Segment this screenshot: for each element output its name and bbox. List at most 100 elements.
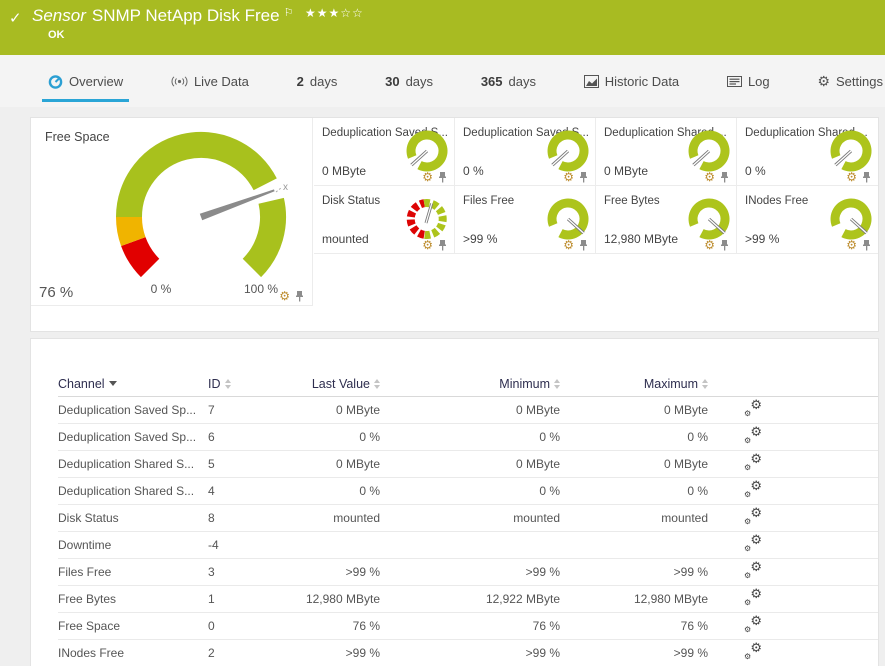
channel-id: 0 (208, 619, 283, 633)
gauge-value: 0 % (745, 164, 766, 178)
tab-overview[interactable]: Overview (48, 74, 123, 89)
priority-stars[interactable]: ★★★☆☆ (305, 6, 364, 20)
gauge-value: mounted (322, 232, 369, 246)
pin-icon[interactable] (719, 171, 730, 183)
table-row: Deduplication Saved Sp... 7 0 MByte 0 MB… (58, 397, 878, 424)
tab-historic-data[interactable]: Historic Data (584, 74, 679, 89)
channel-name: Deduplication Saved Sp... (58, 403, 208, 417)
channel-settings-gears-icon[interactable]: ⚙⚙ (744, 401, 762, 417)
object-kind-label: Sensor (32, 6, 86, 25)
sensor-header: ✓ Sensor SNMP NetApp Disk Free ⚐ ★★★☆☆ OK (0, 0, 885, 55)
last-value: 0 % (283, 430, 380, 444)
tab-label: Historic Data (605, 74, 679, 89)
channel-name: Free Bytes (58, 592, 208, 606)
pin-icon[interactable] (437, 171, 448, 183)
pin-icon[interactable] (294, 290, 305, 302)
table-row: Deduplication Shared S... 4 0 % 0 % 0 % … (58, 478, 878, 505)
tab-live-data[interactable]: Live Data (171, 74, 249, 89)
gear-icon[interactable]: ⚙ (422, 171, 433, 183)
last-value: 0 % (283, 484, 380, 498)
gauge-current-value: 76 % (39, 284, 73, 301)
last-value: 0 MByte (283, 457, 380, 471)
channel-settings-gears-icon[interactable]: ⚙⚙ (744, 590, 762, 606)
mini-gauge-high (829, 197, 873, 241)
gear-icon[interactable]: ⚙ (563, 239, 574, 251)
gear-icon[interactable]: ⚙ (704, 239, 715, 251)
column-header-last-value[interactable]: Last Value (283, 377, 380, 391)
channel-id: 8 (208, 511, 283, 525)
pin-icon[interactable] (861, 239, 872, 251)
tab-2-days[interactable]: 2 days (297, 74, 338, 89)
maximum-value: 0 MByte (560, 403, 708, 417)
last-value: 12,980 MByte (283, 592, 380, 606)
channel-id: 5 (208, 457, 283, 471)
gauge-tile-free-bytes[interactable]: Free Bytes 12,980 MByte ⚙ (596, 186, 737, 254)
gauge-value: 0 MByte (604, 164, 648, 178)
channel-name: INodes Free (58, 646, 208, 660)
minimum-value: 12,922 MByte (380, 592, 560, 606)
gauge-tile-disk-status[interactable]: Disk Status mounted ⚙ (314, 186, 455, 254)
channel-settings-gears-icon[interactable]: ⚙⚙ (744, 482, 762, 498)
gauge-value: 0 MByte (322, 164, 366, 178)
gauge-tile-free-space[interactable]: Free Space x 0 % 100 % 76 % ⚙ (31, 118, 313, 306)
sort-icon (225, 379, 231, 389)
channel-settings-gears-icon[interactable]: ⚙⚙ (744, 428, 762, 444)
gauge-tile-dedup-shared-space[interactable]: Deduplication Shared ... 0 MByte ⚙ (596, 118, 737, 186)
overview-panel: Free Space x 0 % 100 % 76 % ⚙ Deduplicat… (30, 117, 879, 332)
tab-label: days (406, 74, 433, 89)
column-header-minimum[interactable]: Minimum (380, 377, 560, 391)
channel-id: 6 (208, 430, 283, 444)
gear-icon[interactable]: ⚙ (422, 239, 433, 251)
tab-365-days[interactable]: 365 days (481, 74, 536, 89)
channel-settings-gears-icon[interactable]: ⚙⚙ (744, 563, 762, 579)
channel-settings-gears-icon[interactable]: ⚙⚙ (744, 644, 762, 660)
pin-icon[interactable] (719, 239, 730, 251)
channel-settings-gears-icon[interactable]: ⚙⚙ (744, 509, 762, 525)
channel-settings-gears-icon[interactable]: ⚙⚙ (744, 536, 762, 552)
page-title: SNMP NetApp Disk Free (92, 6, 280, 25)
gear-icon[interactable]: ⚙ (704, 171, 715, 183)
last-value: mounted (283, 511, 380, 525)
pin-icon[interactable] (861, 171, 872, 183)
gauge-value: >99 % (463, 232, 497, 246)
needle-marker-label: x (283, 182, 288, 193)
tab-30-days[interactable]: 30 days (385, 74, 433, 89)
tab-log[interactable]: Log (727, 74, 770, 89)
column-header-id[interactable]: ID (208, 377, 283, 391)
gear-icon[interactable]: ⚙ (846, 239, 857, 251)
gauge-tile-dedup-shared-percent[interactable]: Deduplication Shared ... 0 % ⚙ (737, 118, 878, 186)
table-row: INodes Free 2 >99 % >99 % >99 % ⚙⚙ (58, 640, 878, 666)
last-value: >99 % (283, 646, 380, 660)
gauge-tile-dedup-saved-percent[interactable]: Deduplication Saved S... 0 % ⚙ (455, 118, 596, 186)
channel-id: 7 (208, 403, 283, 417)
channel-settings-gears-icon[interactable]: ⚙⚙ (744, 617, 762, 633)
mini-gauge-high (687, 197, 731, 241)
column-header-maximum[interactable]: Maximum (560, 377, 708, 391)
maximum-value: >99 % (560, 565, 708, 579)
gauge-icon (48, 74, 63, 89)
gauge-tile-dedup-saved-space[interactable]: Deduplication Saved S... 0 MByte ⚙ (314, 118, 455, 186)
channel-settings-gears-icon[interactable]: ⚙⚙ (744, 455, 762, 471)
gear-icon[interactable]: ⚙ (846, 171, 857, 183)
gear-icon[interactable]: ⚙ (279, 290, 290, 302)
gear-icon[interactable]: ⚙ (563, 171, 574, 183)
channel-table-panel: Channel ID Last Value Minimum Maximum (30, 338, 879, 666)
column-header-channel[interactable]: Channel (58, 377, 208, 391)
flag-icon[interactable]: ⚐ (284, 7, 294, 19)
maximum-value: 0 % (560, 484, 708, 498)
tab-settings[interactable]: ⚙ Settings (817, 74, 883, 89)
log-list-icon (727, 76, 742, 87)
gauge-max-label: 100 % (238, 282, 284, 296)
sort-icon (702, 379, 708, 389)
minimum-value: >99 % (380, 646, 560, 660)
gauge-tile-inodes-free[interactable]: INodes Free >99 % ⚙ (737, 186, 878, 254)
pin-icon[interactable] (437, 239, 448, 251)
gauge-tile-files-free[interactable]: Files Free >99 % ⚙ (455, 186, 596, 254)
pin-icon[interactable] (578, 171, 589, 183)
channel-name: Downtime (58, 538, 208, 552)
pin-icon[interactable] (578, 239, 589, 251)
status-ok-check-icon: ✓ (9, 9, 22, 27)
status-badge: OK (48, 29, 65, 41)
sensor-title-line: Sensor SNMP NetApp Disk Free ⚐ (32, 6, 293, 26)
maximum-value: mounted (560, 511, 708, 525)
